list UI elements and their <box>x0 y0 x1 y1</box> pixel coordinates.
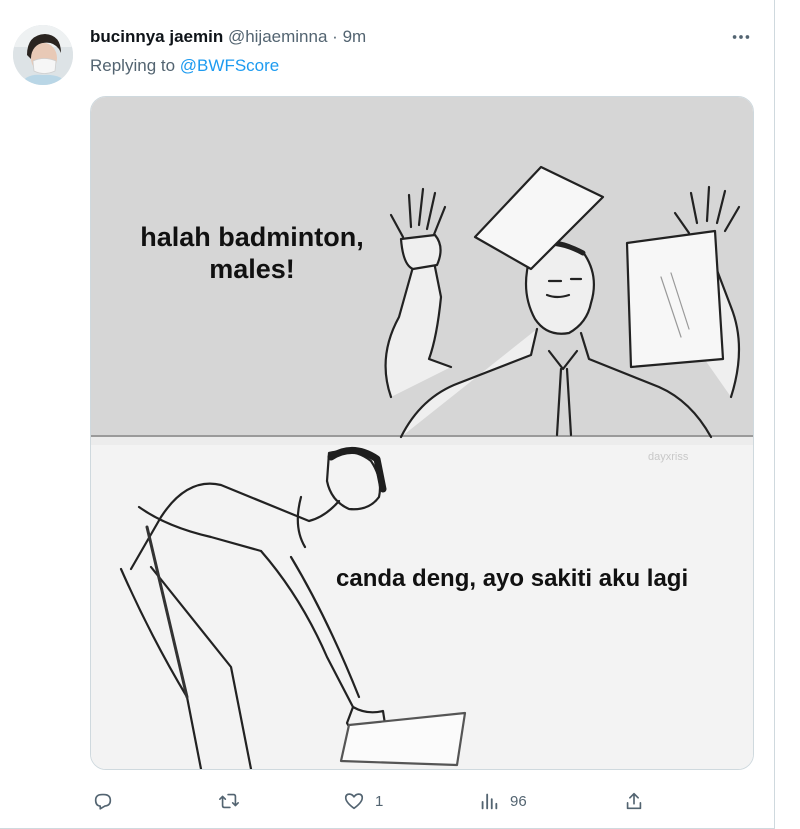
more-icon <box>732 35 750 39</box>
heart-icon <box>344 793 364 810</box>
reply-button[interactable] <box>92 786 124 816</box>
mention-link[interactable]: @BWFScore <box>180 56 279 75</box>
meme-bottom-caption: canda deng, ayo sakiti aku lagi <box>336 565 689 592</box>
like-button[interactable]: 1 <box>343 786 383 816</box>
reply-icon <box>94 793 112 810</box>
timeline-border-right <box>774 0 775 829</box>
tweet-actions-bar: 1 96 <box>0 786 775 816</box>
meme-illustration <box>119 165 741 769</box>
avatar[interactable] <box>13 25 73 85</box>
like-count: 1 <box>375 792 384 810</box>
tweet-header: bucinnya jaemin @hijaeminna · 9m <box>90 27 366 47</box>
tweet-image[interactable]: halah badminton, males! canda deng, ayo … <box>90 96 754 770</box>
views-icon <box>481 793 498 810</box>
replying-to-label: Replying to <box>90 56 176 75</box>
views-count: 96 <box>510 792 527 810</box>
meme-top-caption: halah badminton, males! <box>140 222 364 284</box>
more-options-button[interactable] <box>724 24 758 50</box>
separator-dot: · <box>332 27 338 46</box>
retweet-icon <box>219 793 239 809</box>
share-icon <box>626 792 642 810</box>
avatar-image <box>13 25 73 85</box>
timestamp[interactable]: 9m <box>343 27 367 46</box>
user-handle[interactable]: @hijaeminna <box>228 27 327 46</box>
display-name[interactable]: bucinnya jaemin <box>90 27 223 46</box>
replying-to-line: Replying to @BWFScore <box>90 56 279 76</box>
retweet-button[interactable] <box>218 786 250 816</box>
share-button[interactable] <box>623 786 645 816</box>
views-button[interactable]: 96 <box>478 786 527 816</box>
meme-watermark: dayxriss <box>648 451 689 463</box>
